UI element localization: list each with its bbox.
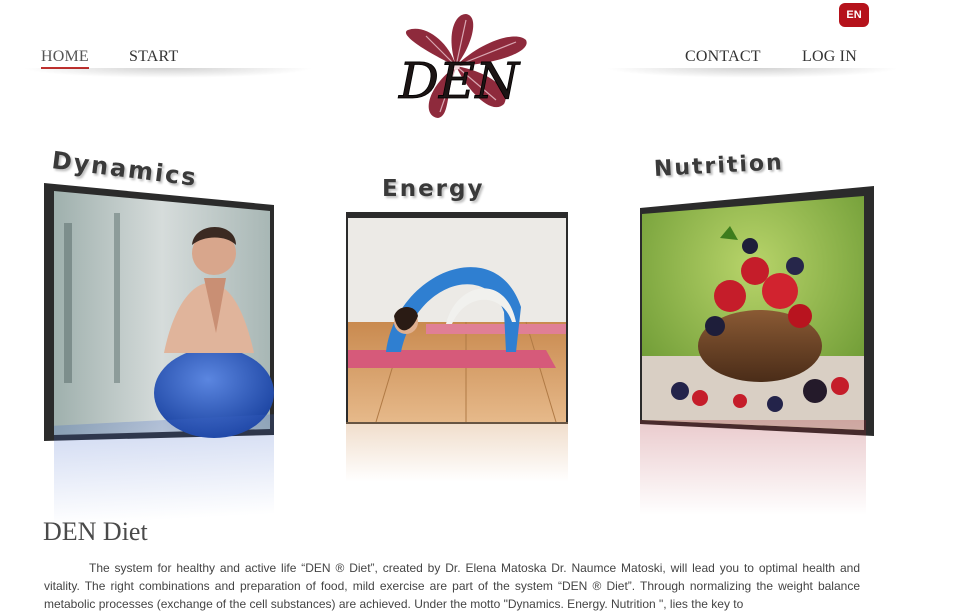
page-title: DEN Diet <box>43 517 148 546</box>
tile-energy-reflection <box>346 422 568 482</box>
yoga-backbend-photo <box>346 212 568 424</box>
nav-login-link[interactable]: LOG IN <box>802 48 857 66</box>
nav-shadow <box>605 68 900 78</box>
nav-start-link[interactable]: START <box>129 48 178 66</box>
den-logo[interactable]: DEN <box>356 12 562 120</box>
nav-right: CONTACT LOG IN <box>605 46 900 78</box>
berries-bowl-photo <box>640 186 874 436</box>
nav-shadow <box>22 68 314 78</box>
woman-exercise-ball-photo <box>44 183 274 441</box>
tile-dynamics[interactable] <box>44 183 274 443</box>
tile-nutrition[interactable] <box>640 186 876 440</box>
logo-text: DEN <box>398 52 522 110</box>
intro-paragraph: The system for healthy and active life “… <box>44 561 860 611</box>
tile-title-energy: Energy <box>382 176 485 202</box>
tile-title-nutrition: Nutrition <box>653 150 785 182</box>
tile-dynamics-reflection <box>54 414 274 526</box>
nav-left: HOME START <box>22 46 314 78</box>
nav-home-link[interactable]: HOME <box>41 48 89 69</box>
tile-nutrition-reflection <box>640 420 866 515</box>
nav-contact-link[interactable]: CONTACT <box>685 48 761 66</box>
language-button[interactable]: EN <box>839 3 869 27</box>
tile-energy[interactable] <box>346 212 568 424</box>
